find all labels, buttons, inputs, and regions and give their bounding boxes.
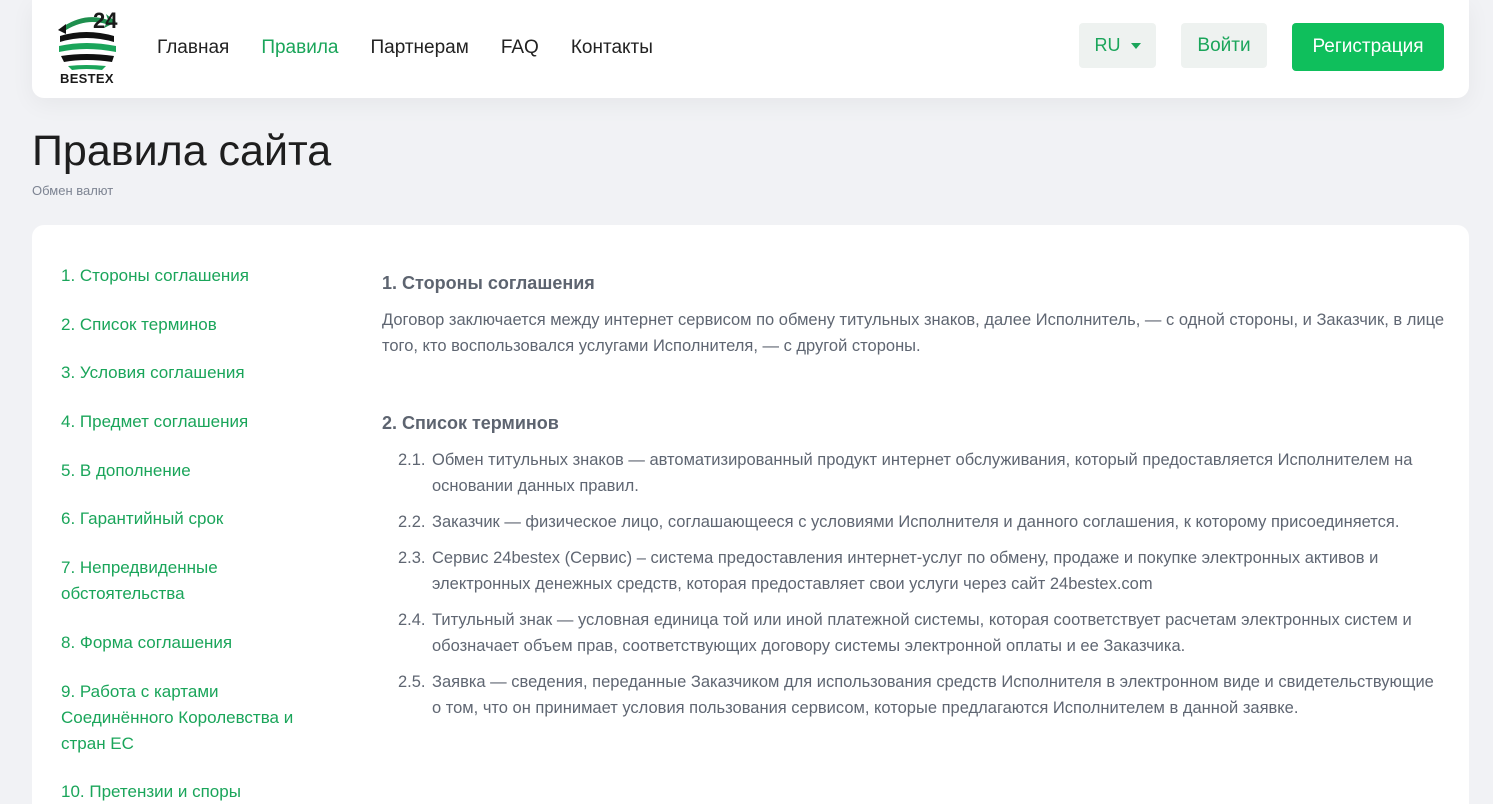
list-item: 2.1. Обмен титульных знаков — автоматизи…: [382, 447, 1447, 499]
toc-item[interactable]: 9. Работа с картами Соединённого Королев…: [61, 679, 311, 757]
nav-contacts[interactable]: Контакты: [571, 36, 653, 60]
term-text: Обмен титульных знаков — автоматизирован…: [432, 451, 1413, 495]
term-text: Заявка — сведения, переданные Заказчиком…: [432, 673, 1434, 717]
site-header: 24 BESTEX Главная Правила Партнерам FAQ …: [32, 0, 1469, 98]
toc-item[interactable]: 1. Стороны соглашения: [61, 263, 331, 289]
nav-partners[interactable]: Партнерам: [370, 36, 468, 60]
table-of-contents: 1. Стороны соглашения 2. Список терминов…: [61, 263, 331, 804]
toc-item[interactable]: 6. Гарантийный срок: [61, 506, 331, 532]
caret-down-icon: [1130, 42, 1141, 49]
nav-home[interactable]: Главная: [157, 36, 229, 60]
toc-item[interactable]: 10. Претензии и споры: [61, 779, 331, 804]
page-title: Правила сайта: [32, 127, 332, 175]
term-text: Титульный знак — условная единица той ил…: [432, 611, 1412, 655]
toc-item[interactable]: 8. Форма соглашения: [61, 630, 331, 656]
register-button[interactable]: Регистрация: [1292, 23, 1444, 71]
term-number: 2.4.: [398, 611, 426, 629]
term-text: Сервис 24bestex (Сервис) – система предо…: [432, 549, 1379, 593]
list-item: 2.4. Титульный знак — условная единица т…: [382, 607, 1447, 659]
rules-content: 1. Стороны соглашения Договор заключаетс…: [382, 271, 1447, 731]
list-item: 2.3. Сервис 24bestex (Сервис) – система …: [382, 545, 1447, 597]
toc-item[interactable]: 3. Условия соглашения: [61, 360, 331, 386]
rules-card: 1. Стороны соглашения 2. Список терминов…: [32, 225, 1469, 804]
section-title: 1. Стороны соглашения: [382, 273, 595, 293]
nav-rules[interactable]: Правила: [261, 36, 338, 60]
term-number: 2.5.: [398, 673, 426, 691]
language-select[interactable]: RU: [1079, 23, 1156, 68]
term-text: Заказчик — физическое лицо, соглашающеес…: [432, 513, 1400, 531]
list-item: 2.2. Заказчик — физическое лицо, соглаша…: [382, 509, 1447, 535]
term-number: 2.2.: [398, 513, 426, 531]
nav-faq[interactable]: FAQ: [501, 36, 539, 60]
login-button[interactable]: Войти: [1181, 23, 1267, 68]
logo-text: BESTEX: [60, 71, 114, 86]
term-number: 2.1.: [398, 451, 426, 469]
term-number: 2.3.: [398, 549, 426, 567]
language-value: RU: [1094, 35, 1121, 55]
logo-number: 24: [93, 8, 118, 33]
toc-item[interactable]: 4. Предмет соглашения: [61, 409, 331, 435]
toc-item[interactable]: 2. Список терминов: [61, 312, 331, 338]
toc-item[interactable]: 7. Непредвиденные обстоятельства: [61, 555, 251, 607]
section-title: 2. Список терминов: [382, 413, 559, 433]
list-item: 2.5. Заявка — сведения, переданные Заказ…: [382, 669, 1447, 721]
main-nav: Главная Правила Партнерам FAQ Контакты: [157, 36, 685, 60]
section-paragraph: Договор заключается между интернет серви…: [382, 311, 1445, 355]
toc-item[interactable]: 5. В дополнение: [61, 458, 331, 484]
breadcrumb[interactable]: Обмен валют: [32, 183, 113, 198]
